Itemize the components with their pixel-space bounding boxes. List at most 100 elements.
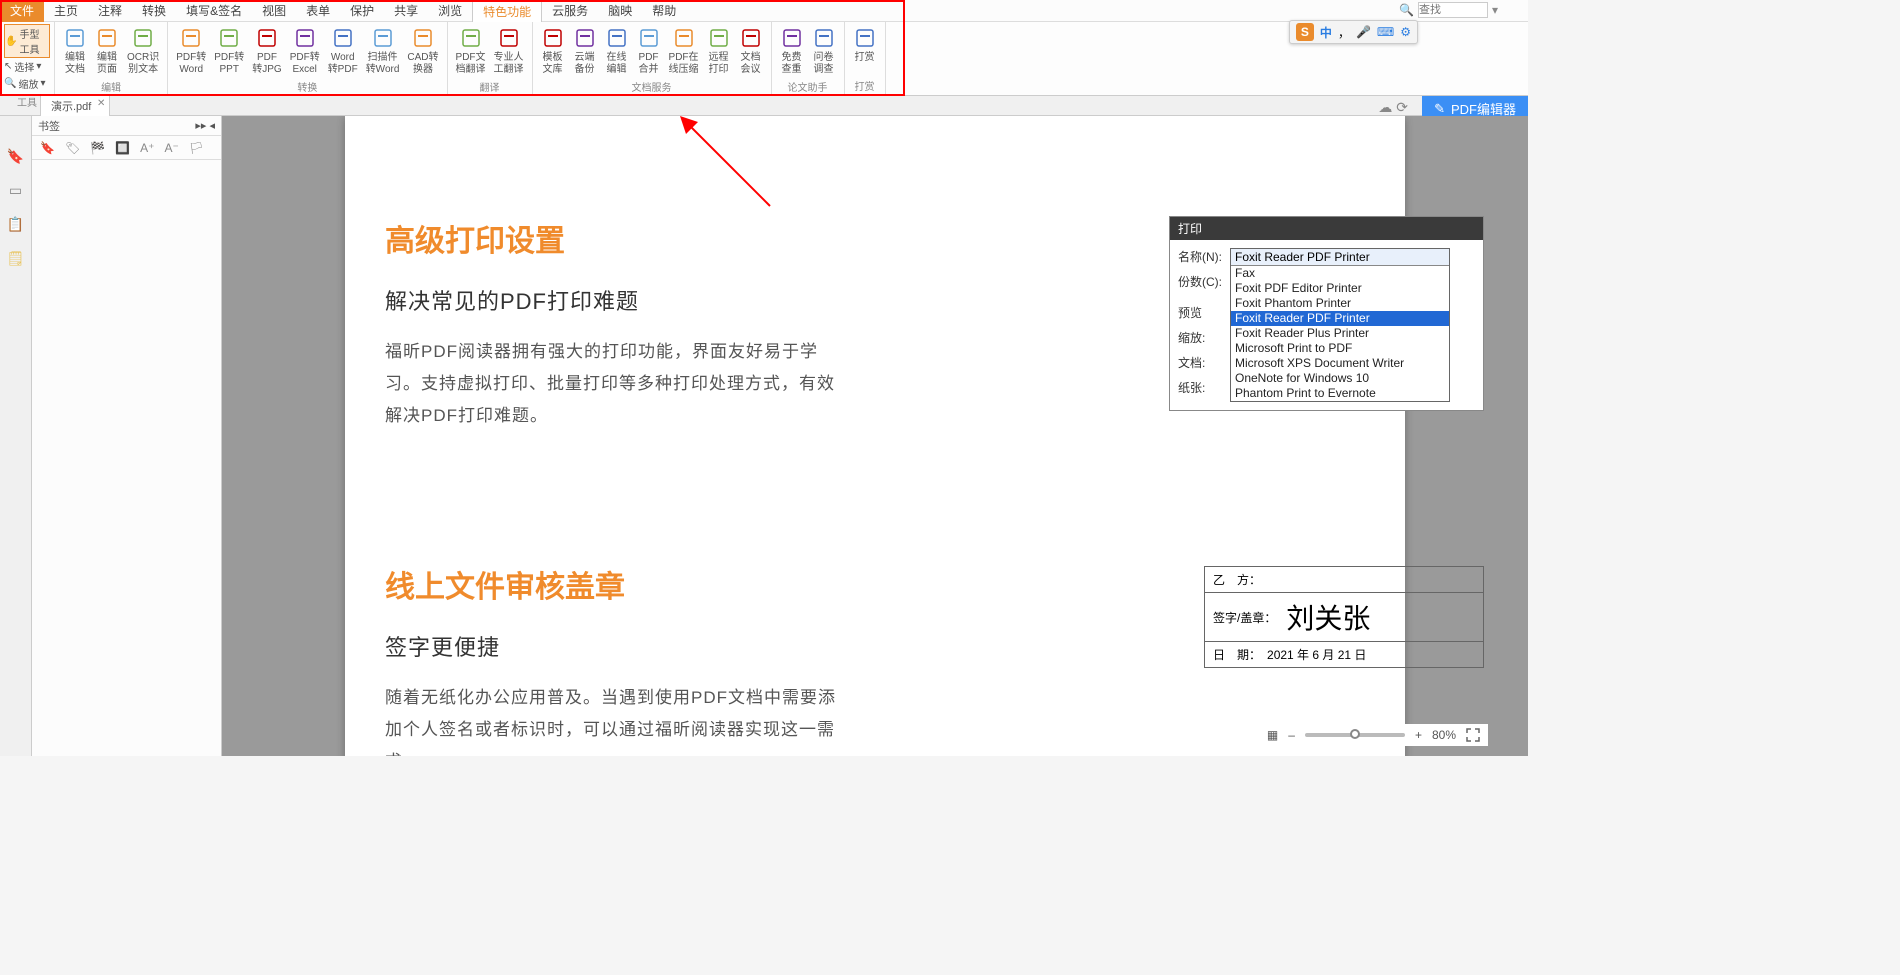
search-area: 🔍 ▾ bbox=[1399, 2, 1498, 18]
bm-tool-icon[interactable]: 🔖 bbox=[40, 141, 55, 155]
ribbon-btn-line1: OCR识 bbox=[127, 52, 159, 64]
menu-item-2[interactable]: 注释 bbox=[88, 0, 132, 22]
ribbon-button[interactable]: 免费查重 bbox=[776, 24, 808, 78]
bm-tool-icon[interactable]: 🔲 bbox=[115, 141, 130, 155]
ribbon-icon bbox=[739, 26, 763, 50]
ribbon-btn-line2: 线压缩 bbox=[669, 64, 699, 76]
printer-option: Foxit Phantom Printer bbox=[1231, 296, 1449, 311]
ribbon-button[interactable]: 扫描件转Word bbox=[362, 24, 404, 78]
ribbon-button[interactable]: 打赏 bbox=[849, 24, 881, 77]
menu-item-7[interactable]: 保护 bbox=[340, 0, 384, 22]
menu-item-4[interactable]: 填写&签名 bbox=[176, 0, 252, 22]
ribbon-button[interactable]: PDF转PPT bbox=[210, 24, 248, 78]
bookmark-title: 书签 bbox=[38, 118, 60, 134]
ribbon-btn-line2: 查重 bbox=[782, 64, 802, 76]
menu-item-8[interactable]: 共享 bbox=[384, 0, 428, 22]
menu-item-12[interactable]: 脑映 bbox=[598, 0, 642, 22]
ribbon-btn-line1: 打赏 bbox=[855, 52, 875, 64]
bookmark-panel: 书签 ▸▸ ◂ 🔖 🏷 🏁 🔲 A⁺ A⁻ 🏳 bbox=[32, 116, 222, 756]
ribbon-btn-line2: 页面 bbox=[97, 64, 117, 76]
ribbon-button[interactable]: PDF转Excel bbox=[286, 24, 324, 78]
tab-close-button[interactable]: ✕ bbox=[97, 98, 105, 109]
ribbon-button[interactable]: Word转PDF bbox=[324, 24, 362, 78]
ribbon-button[interactable]: PDF转JPG bbox=[248, 24, 285, 78]
zoom-label: 缩放 bbox=[18, 76, 38, 91]
ribbon-button[interactable]: 远程打印 bbox=[703, 24, 735, 78]
bm-tool-icon[interactable]: 🏁 bbox=[90, 141, 105, 155]
sign-date-value: 2021 年 6 月 21 日 bbox=[1267, 646, 1366, 663]
quick-tools-group: ✋手型工具 ↖选择▾ 🔍缩放▾ 工具 bbox=[0, 22, 55, 95]
search-dropdown-icon[interactable]: ▾ bbox=[1492, 3, 1498, 17]
ribbon-btn-line1: 扫描件 bbox=[368, 52, 398, 64]
menu-item-13[interactable]: 帮助 bbox=[642, 0, 686, 22]
ribbon-button[interactable]: PDF在线压缩 bbox=[665, 24, 703, 78]
printer-option: Foxit Reader Plus Printer bbox=[1231, 326, 1449, 341]
page-panel-icon[interactable]: ▭ bbox=[6, 180, 26, 200]
ribbon-button[interactable]: CAD转换器 bbox=[403, 24, 442, 78]
ribbon-button[interactable]: PDF转Word bbox=[172, 24, 210, 78]
zoom-slider[interactable] bbox=[1305, 733, 1405, 737]
fullscreen-icon[interactable] bbox=[1466, 728, 1480, 742]
ribbon-group-label: 转换 bbox=[172, 78, 442, 94]
clipboard-icon[interactable]: 📋 bbox=[6, 214, 26, 234]
printer-option: OneNote for Windows 10 bbox=[1231, 371, 1449, 386]
ribbon-button[interactable]: 问卷调查 bbox=[808, 24, 840, 78]
ribbon-button[interactable]: 在线编辑 bbox=[601, 24, 633, 78]
ribbon-icon bbox=[780, 26, 804, 50]
ribbon-icon bbox=[331, 26, 355, 50]
ribbon-btn-line2: Excel bbox=[292, 64, 316, 76]
bm-tool-icon[interactable]: 🏷 bbox=[65, 141, 80, 155]
bookmark-panel-icon[interactable]: 🔖 bbox=[6, 146, 26, 166]
ribbon-button[interactable]: 模板文库 bbox=[537, 24, 569, 78]
menu-item-0[interactable]: 文件 bbox=[0, 0, 44, 22]
ribbon-btn-line2: 会议 bbox=[741, 64, 761, 76]
menu-item-10[interactable]: 特色功能 bbox=[472, 0, 542, 23]
bm-tool-icon[interactable]: 🏳 bbox=[189, 141, 204, 155]
document-viewport[interactable]: 高级打印设置 解决常见的PDF打印难题 福昕PDF阅读器拥有强大的打印功能，界面… bbox=[222, 116, 1528, 756]
ribbon-btn-line2: 打印 bbox=[709, 64, 729, 76]
menu-item-1[interactable]: 主页 bbox=[44, 0, 88, 22]
zoom-tool[interactable]: 🔍缩放▾ bbox=[4, 75, 50, 92]
document-tab[interactable]: 演示.pdf ✕ bbox=[40, 95, 110, 116]
ime-toolbar[interactable]: S 中 ， 🎤 ⌨ ⚙ bbox=[1289, 20, 1418, 44]
section-body: 福昕PDF阅读器拥有强大的打印功能，界面友好易于学习。支持虚拟打印、批量打印等多… bbox=[385, 336, 845, 432]
ime-settings-icon[interactable]: ⚙ bbox=[1400, 25, 1411, 39]
ribbon-btn-line2: 备份 bbox=[575, 64, 595, 76]
hand-tool[interactable]: ✋手型工具 bbox=[4, 24, 50, 58]
ribbon-button[interactable]: 编辑文档 bbox=[59, 24, 91, 78]
search-input[interactable] bbox=[1418, 2, 1488, 18]
ime-mic-icon[interactable]: 🎤 bbox=[1356, 25, 1371, 39]
ime-lang[interactable]: 中 bbox=[1320, 24, 1332, 41]
ribbon-button[interactable]: PDF合并 bbox=[633, 24, 665, 78]
ribbon-btn-line2: 调查 bbox=[814, 64, 834, 76]
cloud-sync-icon[interactable]: ☁ ⟳ bbox=[1378, 99, 1408, 116]
view-mode-icon[interactable]: ▦ bbox=[1267, 728, 1278, 742]
ribbon-button[interactable]: 编辑页面 bbox=[91, 24, 123, 78]
panel-collapse-icon[interactable]: ▸▸ ◂ bbox=[195, 119, 215, 132]
ribbon-btn-line2: 工翻译 bbox=[494, 64, 524, 76]
ribbon-group-label: 文档服务 bbox=[537, 78, 767, 94]
ribbon-button[interactable]: 文档会议 bbox=[735, 24, 767, 78]
ribbon-btn-line2: 编辑 bbox=[607, 64, 627, 76]
select-tool[interactable]: ↖选择▾ bbox=[4, 58, 50, 75]
bm-font-smaller-icon[interactable]: A⁻ bbox=[164, 141, 178, 155]
menu-item-11[interactable]: 云服务 bbox=[542, 0, 598, 22]
ribbon-button[interactable]: OCR识别文本 bbox=[123, 24, 163, 78]
select-label: 选择 bbox=[14, 59, 34, 74]
ime-punct-icon[interactable]: ， bbox=[1338, 24, 1350, 41]
ime-keyboard-icon[interactable]: ⌨ bbox=[1377, 25, 1394, 39]
menu-item-3[interactable]: 转换 bbox=[132, 0, 176, 22]
zoom-in-button[interactable]: + bbox=[1415, 728, 1422, 742]
menu-item-5[interactable]: 视图 bbox=[252, 0, 296, 22]
menu-item-6[interactable]: 表单 bbox=[296, 0, 340, 22]
ribbon-icon bbox=[605, 26, 629, 50]
ribbon-button[interactable]: 云端备份 bbox=[569, 24, 601, 78]
zoom-slider-thumb[interactable] bbox=[1350, 729, 1360, 739]
ribbon-button[interactable]: 专业人工翻译 bbox=[490, 24, 528, 78]
bm-font-larger-icon[interactable]: A⁺ bbox=[140, 141, 154, 155]
ribbon-icon bbox=[217, 26, 241, 50]
ribbon-button[interactable]: PDF文档翻译 bbox=[452, 24, 490, 78]
note-icon[interactable]: 🗒 bbox=[6, 248, 26, 268]
zoom-out-button[interactable]: – bbox=[1288, 728, 1295, 742]
menu-item-9[interactable]: 浏览 bbox=[428, 0, 472, 22]
